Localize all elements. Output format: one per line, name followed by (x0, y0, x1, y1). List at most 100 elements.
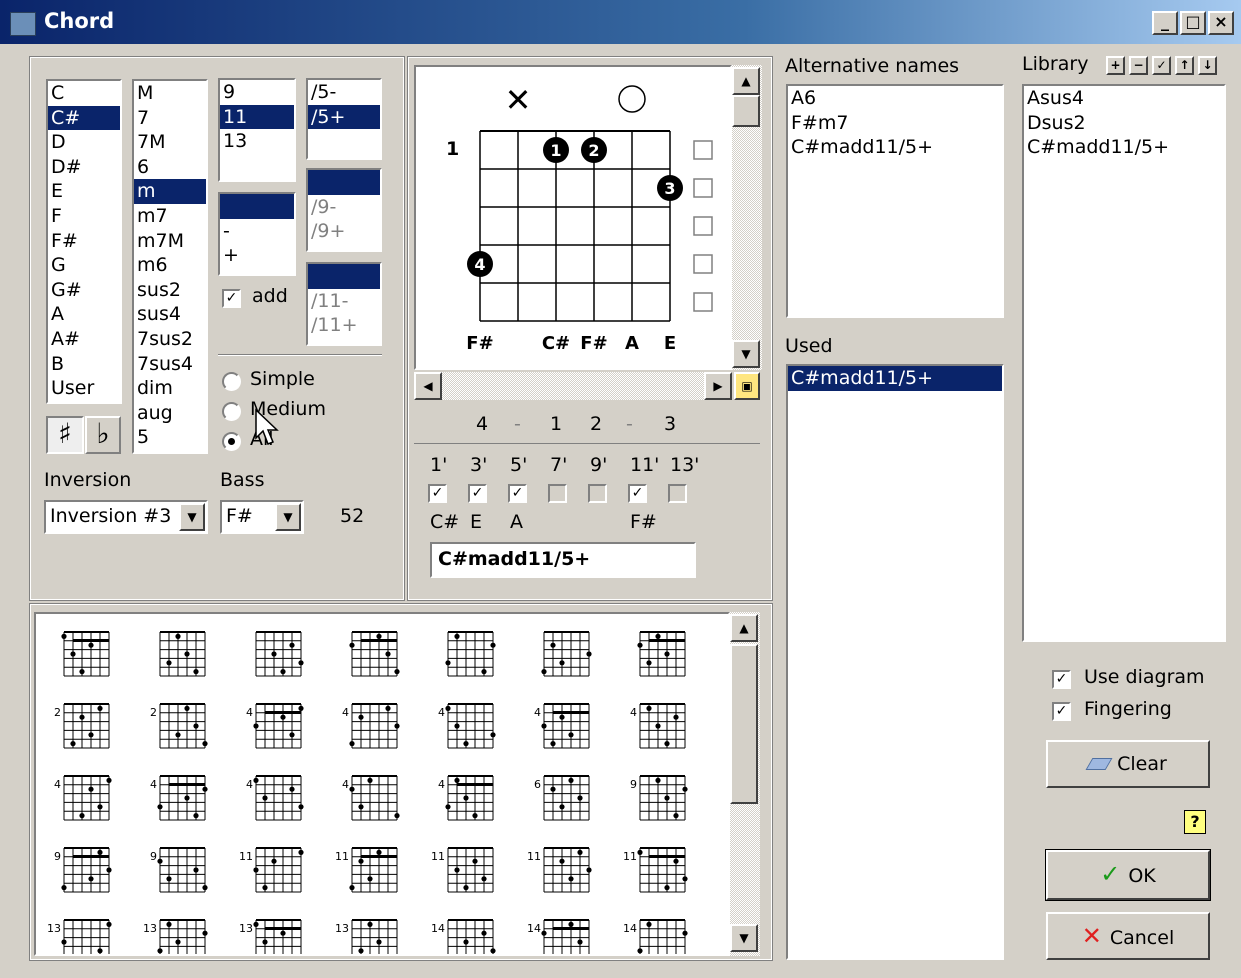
maximize-button[interactable]: □ (1180, 11, 1206, 35)
gallery-chord-diagram[interactable]: 4 (342, 775, 400, 821)
root-item[interactable]: F (48, 204, 120, 229)
gallery-chord-diagram[interactable]: 11 (335, 847, 398, 893)
gallery-chord-diagram[interactable]: 11 (527, 847, 592, 893)
gallery-chord-diagram[interactable]: 4 (246, 703, 304, 749)
fifth-list[interactable]: /5-/5+ (306, 78, 382, 160)
barre-checkbox[interactable] (693, 178, 713, 198)
move-up-icon[interactable]: ↑ (1175, 56, 1194, 75)
interval-checkbox[interactable] (588, 484, 607, 503)
library-item[interactable]: Dsus2 (1024, 111, 1224, 136)
eleventh-item[interactable] (308, 264, 380, 289)
medium-radio[interactable] (222, 402, 241, 421)
barre-checkbox[interactable] (693, 140, 713, 160)
gallery-chord-diagram[interactable] (541, 631, 592, 677)
interval-checkbox[interactable] (668, 484, 687, 503)
extension-item[interactable]: 11 (220, 104, 294, 130)
root-item[interactable]: D (48, 130, 120, 155)
extension-modifier-item[interactable]: + (220, 243, 294, 268)
diagram-hscroll[interactable] (414, 372, 732, 400)
quality-item[interactable]: 7sus2 (134, 327, 206, 352)
gallery-chord-diagram[interactable]: 2 (150, 703, 208, 749)
add-icon[interactable]: + (1106, 56, 1125, 75)
quality-item[interactable]: dim (134, 376, 206, 401)
chord-name-field[interactable]: C#madd11/5+ (430, 542, 696, 578)
quality-item[interactable]: 7sus4 (134, 352, 206, 377)
alternative-names-list[interactable]: A6 F#m7 C#madd11/5+ (786, 84, 1004, 318)
fingering-checkbox[interactable]: ✓ (1052, 702, 1071, 721)
barre-checkbox[interactable] (693, 254, 713, 274)
alternative-name-item[interactable]: F#m7 (788, 111, 1002, 136)
gallery-chord-diagram[interactable]: 4 (630, 703, 686, 749)
help-icon[interactable]: ? (1184, 810, 1206, 834)
library-item[interactable]: Asus4 (1024, 86, 1224, 111)
extension-modifier-list[interactable]: - + (218, 192, 296, 276)
close-button[interactable]: × (1208, 11, 1234, 35)
used-item[interactable]: C#madd11/5+ (788, 366, 1002, 391)
barre-checkbox[interactable] (693, 216, 713, 236)
ninth-item[interactable]: /9+ (308, 219, 380, 244)
clear-button[interactable]: Clear (1046, 740, 1210, 788)
gallery-chord-diagram[interactable]: 4 (534, 703, 590, 749)
gallery-chord-diagram[interactable]: 13 (47, 919, 112, 954)
root-item[interactable]: B (48, 352, 120, 377)
library-item[interactable]: C#madd11/5+ (1024, 135, 1224, 160)
title-bar[interactable] (0, 0, 1241, 44)
check-icon[interactable]: ✓ (1152, 56, 1171, 75)
quality-item[interactable]: aug (134, 401, 206, 426)
quality-item[interactable]: m (134, 179, 206, 204)
extension-item[interactable]: 9 (220, 80, 294, 105)
gallery-chord-diagram[interactable] (61, 631, 110, 677)
add-checkbox[interactable]: ✓ (222, 289, 241, 308)
scroll-up-icon[interactable]: ▲ (730, 614, 758, 642)
eleventh-item[interactable]: /11- (308, 289, 380, 314)
barre-checkbox[interactable] (693, 292, 713, 312)
fifth-item[interactable]: /5- (308, 80, 380, 105)
note-icon[interactable]: ▣ (734, 372, 760, 400)
gallery-chord-diagram[interactable] (159, 631, 206, 677)
move-down-icon[interactable]: ↓ (1198, 56, 1217, 75)
chevron-down-icon[interactable]: ▼ (275, 503, 301, 531)
quality-item[interactable]: sus4 (134, 302, 206, 327)
gallery-chord-diagram[interactable]: 4 (438, 703, 496, 749)
gallery-chord-diagram[interactable]: 11 (623, 847, 688, 893)
gallery-chord-diagram[interactable]: 4 (342, 703, 400, 749)
sharp-button[interactable]: ♯ (46, 416, 84, 454)
scroll-left-icon[interactable]: ◀ (414, 372, 442, 400)
root-item[interactable]: User (48, 376, 120, 401)
quality-list[interactable]: M 7 7M 6 m m7 m7M m6 sus2 sus4 7sus2 7sus4 dim aug 5 (132, 79, 208, 454)
all-radio[interactable] (222, 432, 241, 451)
use-diagram-checkbox[interactable]: ✓ (1052, 670, 1071, 689)
root-item[interactable]: C# (48, 105, 120, 131)
alternative-name-item[interactable]: C#madd11/5+ (788, 135, 1002, 160)
eleventh-item[interactable]: /11+ (308, 313, 380, 338)
quality-item[interactable]: 7 (134, 106, 206, 131)
bass-dropdown[interactable]: F# ▼ (220, 500, 304, 534)
gallery-chord-diagram[interactable] (255, 631, 304, 677)
gallery-chord-diagram[interactable]: 14 (527, 919, 592, 954)
gallery-chord-diagram[interactable]: 13 (143, 919, 208, 954)
gallery-chord-diagram[interactable]: 9 (150, 847, 208, 893)
scroll-down-icon[interactable]: ▼ (730, 924, 758, 952)
gallery-chord-diagram[interactable]: 4 (246, 775, 304, 821)
gallery-vscroll-thumb[interactable] (730, 644, 758, 804)
ninth-item[interactable] (308, 170, 380, 195)
gallery-chord-diagram[interactable]: 9 (54, 847, 112, 893)
quality-item[interactable]: m7 (134, 204, 206, 229)
minimize-button[interactable]: _ (1152, 11, 1178, 35)
root-item[interactable]: G (48, 253, 120, 278)
gallery-chord-diagram[interactable]: 13 (239, 919, 302, 954)
gallery-chord-diagram[interactable]: 14 (431, 919, 496, 954)
extension-modifier-item[interactable] (220, 194, 294, 219)
used-list[interactable]: C#madd11/5+ (786, 364, 1004, 960)
extension-item[interactable]: 13 (220, 129, 294, 154)
quality-item[interactable]: m7M (134, 229, 206, 254)
gallery-chord-diagram[interactable]: 9 (630, 775, 688, 821)
gallery-chord-diagram[interactable] (445, 631, 496, 677)
gallery-chord-diagram[interactable]: 14 (623, 919, 688, 954)
root-item[interactable]: G# (48, 278, 120, 303)
root-item[interactable]: F# (48, 229, 120, 254)
ninth-item[interactable]: /9- (308, 195, 380, 220)
quality-item[interactable]: 6 (134, 155, 206, 180)
cancel-button[interactable]: ✕ Cancel (1046, 912, 1210, 960)
root-item[interactable]: A (48, 302, 120, 327)
